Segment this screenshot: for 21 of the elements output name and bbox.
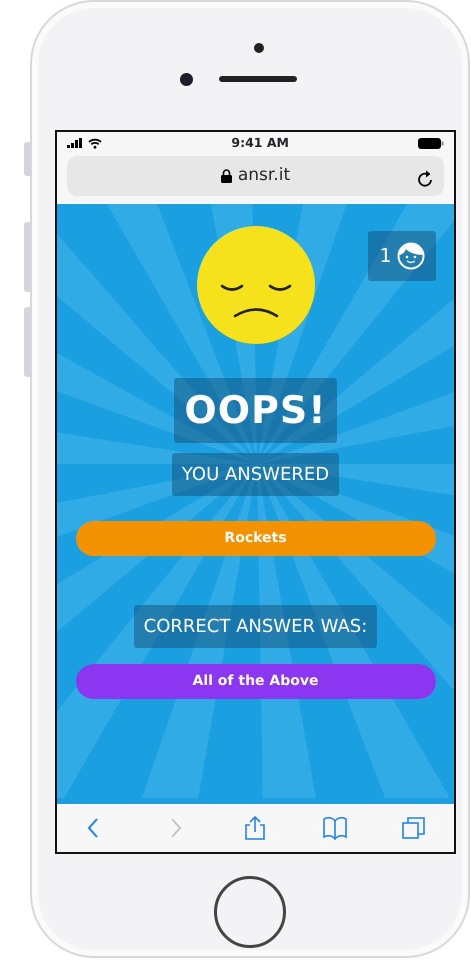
book-icon[interactable] — [322, 815, 348, 841]
correct-label: CORRECT ANSWER WAS: — [134, 605, 378, 648]
camera-dot — [254, 43, 264, 53]
lock-icon — [220, 168, 232, 183]
battery-icon — [418, 138, 444, 149]
status-time: 9:41 AM — [231, 134, 289, 152]
home-button[interactable] — [214, 876, 286, 948]
avatar-icon — [396, 242, 425, 270]
camera-lens — [180, 73, 193, 86]
score-count: 1 — [379, 244, 392, 269]
your-answer-pill: Rockets — [76, 521, 436, 556]
result-title: OOPS! — [174, 378, 337, 443]
wifi-icon — [88, 138, 102, 149]
tabs-icon[interactable] — [401, 815, 428, 841]
correct-answer-pill: All of the Above — [76, 664, 436, 699]
address-bar[interactable]: ansr.it — [67, 156, 444, 196]
address-url: ansr.it — [238, 164, 290, 188]
answered-label: YOU ANSWERED — [172, 453, 340, 496]
signal-icon — [67, 138, 84, 148]
reload-icon[interactable] — [418, 170, 434, 188]
sad-face-icon — [196, 225, 316, 345]
